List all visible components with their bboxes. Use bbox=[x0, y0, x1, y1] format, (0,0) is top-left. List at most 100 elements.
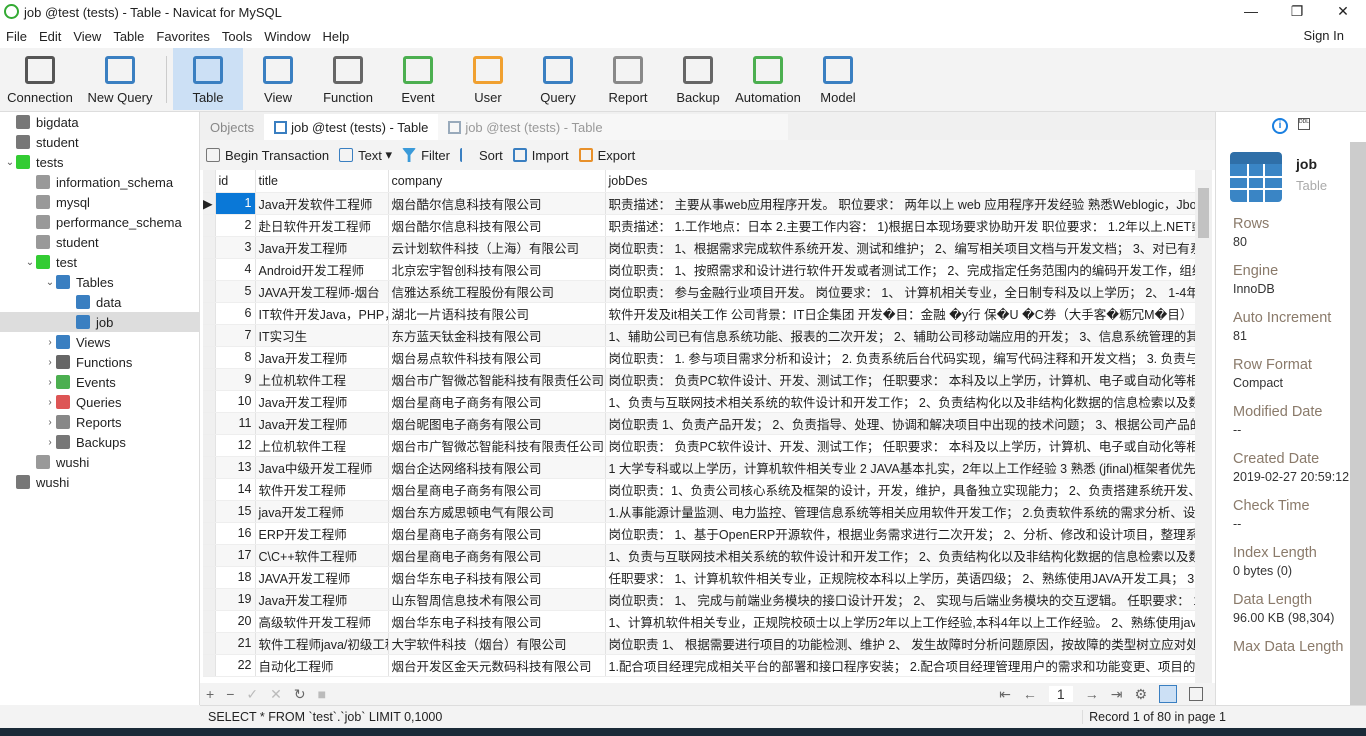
tree-item-Reports[interactable]: › Reports bbox=[0, 412, 199, 432]
cell-jobDes[interactable]: 1、辅助公司已有信息系统功能、报表的二次开发； 2、辅助公司移动端应用的开发； … bbox=[605, 324, 1195, 347]
cell-company[interactable]: 东方蓝天钛金科技有限公司 bbox=[388, 324, 606, 347]
table-row[interactable]: 14 软件开发工程师 烟台星商电子商务有限公司 岗位职责：1、负责公司核心系统及框架的… bbox=[203, 478, 1195, 501]
cell-id[interactable]: 20 bbox=[215, 610, 256, 633]
cell-company[interactable]: 烟台华东电子科技有限公司 bbox=[388, 566, 606, 589]
cell-title[interactable]: Java开发工程师 bbox=[255, 346, 389, 369]
cell-title[interactable]: Java中级开发工程师 bbox=[255, 456, 389, 479]
tree-item-Views[interactable]: › Views bbox=[0, 332, 199, 352]
cell-company[interactable]: 山东智周信息技术有限公司 bbox=[388, 588, 606, 611]
apply-changes-button[interactable]: ✓ bbox=[246, 686, 258, 703]
cell-id[interactable]: 18 bbox=[215, 566, 256, 589]
tree-item-Functions[interactable]: › Functions bbox=[0, 352, 199, 372]
cell-jobDes[interactable]: 1、负责与互联网技术相关系统的软件设计和开发工作； 2、负责结构化以及非结构化数… bbox=[605, 390, 1195, 413]
cell-company[interactable]: 烟台企达网络科技有限公司 bbox=[388, 456, 606, 479]
cell-title[interactable]: JAVA开发工程师 bbox=[255, 566, 389, 589]
expand-arrow-icon[interactable]: ⌄ bbox=[4, 157, 16, 168]
cell-id[interactable]: 1 bbox=[215, 192, 256, 215]
table-row[interactable]: 8 Java开发工程师 烟台易点软件科技有限公司 岗位职责： 1. 参与项目需求分析和… bbox=[203, 346, 1195, 369]
cell-title[interactable]: ERP开发工程师 bbox=[255, 522, 389, 545]
menu-file[interactable]: File bbox=[0, 29, 33, 44]
refresh-button[interactable]: ↻ bbox=[294, 686, 306, 703]
cell-title[interactable]: IT软件开发Java，PHP， bbox=[255, 302, 389, 325]
cell-jobDes[interactable]: 1 大学专科或以上学历，计算机软件相关专业 2 JAVA基本扎实，2年以上工作经… bbox=[605, 456, 1195, 479]
tree-item-student[interactable]: student bbox=[0, 232, 199, 252]
expand-arrow-icon[interactable]: ⌄ bbox=[44, 277, 56, 288]
delete-record-button[interactable]: − bbox=[226, 686, 234, 702]
cell-title[interactable]: 上位机软件工程 bbox=[255, 434, 389, 457]
table-row[interactable]: 17 C\C++软件工程师 烟台星商电子商务有限公司 1、负责与互联网技术相关系统的软… bbox=[203, 544, 1195, 567]
cell-id[interactable]: 9 bbox=[215, 368, 256, 391]
table-row[interactable]: ▶ 1 Java开发软件工程师 烟台酷尔信息科技有限公司 职责描述： 主要从事web应用… bbox=[203, 192, 1195, 215]
form-view-icon[interactable] bbox=[1189, 687, 1203, 701]
cell-company[interactable]: 烟台星商电子商务有限公司 bbox=[388, 544, 606, 567]
cell-id[interactable]: 21 bbox=[215, 632, 256, 655]
table-row[interactable]: 21 软件工程师java/初级工程 大宇软件科技（烟台）有限公司 岗位职责 1、 根据… bbox=[203, 632, 1195, 655]
cell-jobDes[interactable]: 职责描述： 1.工作地点：日本 2.主要工作内容： 1)根据日本现场要求协助开发… bbox=[605, 214, 1195, 237]
table-row[interactable]: 20 高级软件开发工程师 烟台华东电子科技有限公司 1、计算机软件相关专业，正规院校硕… bbox=[203, 610, 1195, 633]
cell-jobDes[interactable]: 岗位职责 1、 根据需要进行项目的功能检测、维护 2、 发生故障时分析问题原因，… bbox=[605, 632, 1195, 655]
cell-company[interactable]: 信雅达系统工程股份有限公司 bbox=[388, 280, 606, 303]
tree-item-data[interactable]: data bbox=[0, 292, 199, 312]
cell-title[interactable]: Java开发工程师 bbox=[255, 390, 389, 413]
tree-item-Backups[interactable]: › Backups bbox=[0, 432, 199, 452]
cell-title[interactable]: 上位机软件工程 bbox=[255, 368, 389, 391]
tree-item-bigdata[interactable]: bigdata bbox=[0, 112, 199, 132]
stop-button[interactable]: ■ bbox=[318, 686, 326, 702]
table-row[interactable]: 11 Java开发工程师 烟台昵图电子商务有限公司 岗位职责 1、负责产品开发； 2、… bbox=[203, 412, 1195, 435]
toolbar-new-query-button[interactable]: New Query bbox=[80, 48, 160, 110]
tree-item-performance_schema[interactable]: performance_schema bbox=[0, 212, 199, 232]
cell-id[interactable]: 6 bbox=[215, 302, 256, 325]
toolbar-table-button[interactable]: Table bbox=[173, 48, 243, 110]
cell-title[interactable]: IT实习生 bbox=[255, 324, 389, 347]
cell-title[interactable]: Java开发工程师 bbox=[255, 236, 389, 259]
cell-company[interactable]: 烟台东方威思顿电气有限公司 bbox=[388, 500, 606, 523]
cell-title[interactable]: Java开发软件工程师 bbox=[255, 192, 389, 215]
import-button[interactable]: Import bbox=[512, 148, 569, 163]
cell-jobDes[interactable]: 岗位职责： 1、按照需求和设计进行软件开发或者测试工作； 2、完成指定任务范围内… bbox=[605, 258, 1195, 281]
table-row[interactable]: 9 上位机软件工程 烟台市广智微芯智能科技有限责任公司 岗位职责： 负责PC软件设计、… bbox=[203, 368, 1195, 391]
toolbar-user-button[interactable]: User bbox=[453, 48, 523, 110]
close-button[interactable]: ✕ bbox=[1320, 0, 1366, 24]
expand-arrow-icon[interactable]: › bbox=[44, 417, 56, 428]
tree-item-job[interactable]: job bbox=[0, 312, 199, 332]
minimize-button[interactable]: — bbox=[1228, 0, 1274, 24]
info-panel-scrollbar[interactable] bbox=[1350, 142, 1366, 705]
cell-id[interactable]: 22 bbox=[215, 654, 256, 677]
table-row[interactable]: 5 JAVA开发工程师-烟台 信雅达系统工程股份有限公司 岗位职责： 参与金融行业项目… bbox=[203, 280, 1195, 303]
cell-company[interactable]: 烟台华东电子科技有限公司 bbox=[388, 610, 606, 633]
next-page-button[interactable]: → bbox=[1085, 686, 1099, 702]
cell-jobDes[interactable]: 1、负责与互联网技术相关系统的软件设计和开发工作； 2、负责结构化以及非结构化数… bbox=[605, 544, 1195, 567]
column-header-title[interactable]: title bbox=[255, 170, 389, 193]
scrollbar-thumb[interactable] bbox=[1198, 188, 1209, 238]
toolbar-function-button[interactable]: Function bbox=[313, 48, 383, 110]
expand-arrow-icon[interactable]: › bbox=[44, 437, 56, 448]
expand-arrow-icon[interactable]: › bbox=[44, 357, 56, 368]
expand-arrow-icon[interactable]: › bbox=[44, 377, 56, 388]
cell-id[interactable]: 7 bbox=[215, 324, 256, 347]
settings-icon[interactable]: ⚙ bbox=[1134, 686, 1147, 703]
toolbar-backup-button[interactable]: Backup bbox=[663, 48, 733, 110]
cell-company[interactable]: 烟台星商电子商务有限公司 bbox=[388, 522, 606, 545]
cell-id[interactable]: 13 bbox=[215, 456, 256, 479]
tree-item-wushi[interactable]: wushi bbox=[0, 452, 199, 472]
cell-jobDes[interactable]: 1.配合项目经理完成相关平台的部署和接口程序安装； 2.配合项目经理管理用户的需… bbox=[605, 654, 1195, 677]
cell-jobDes[interactable]: 1.从事能源计量监测、电力监控、管理信息系统等相关应用软件开发工作； 2.负责软… bbox=[605, 500, 1195, 523]
cell-title[interactable]: 赴日软件开发工程师 bbox=[255, 214, 389, 237]
cell-jobDes[interactable]: 1、计算机软件相关专业，正规院校硕士以上学历2年以上工作经验,本科4年以上工作经… bbox=[605, 610, 1195, 633]
cell-jobDes[interactable]: 岗位职责： 负责PC软件设计、开发、测试工作； 任职要求： 本科及以上学历，计算… bbox=[605, 434, 1195, 457]
tree-item-test[interactable]: ⌄ test bbox=[0, 252, 199, 272]
cell-title[interactable]: java开发工程师 bbox=[255, 500, 389, 523]
cell-id[interactable]: 19 bbox=[215, 588, 256, 611]
toolbar-automation-button[interactable]: Automation bbox=[733, 48, 803, 110]
cell-title[interactable]: C\C++软件工程师 bbox=[255, 544, 389, 567]
menu-tools[interactable]: Tools bbox=[216, 29, 258, 44]
cell-company[interactable]: 云计划软件科技（上海）有限公司 bbox=[388, 236, 606, 259]
cell-id[interactable]: 4 bbox=[215, 258, 256, 281]
cell-company[interactable]: 烟台星商电子商务有限公司 bbox=[388, 390, 606, 413]
table-row[interactable]: 2 赴日软件开发工程师 烟台酷尔信息科技有限公司 职责描述： 1.工作地点：日本 2.… bbox=[203, 214, 1195, 237]
begin-transaction-button[interactable]: Begin Transaction bbox=[206, 148, 329, 163]
cell-id[interactable]: 17 bbox=[215, 544, 256, 567]
cell-jobDes[interactable]: 软件开发及it相关工作 公司背景：IT日企集团 开发�目：金融 �y行 保�U … bbox=[605, 302, 1195, 325]
cell-id[interactable]: 8 bbox=[215, 346, 256, 369]
export-button[interactable]: Export bbox=[578, 148, 635, 163]
